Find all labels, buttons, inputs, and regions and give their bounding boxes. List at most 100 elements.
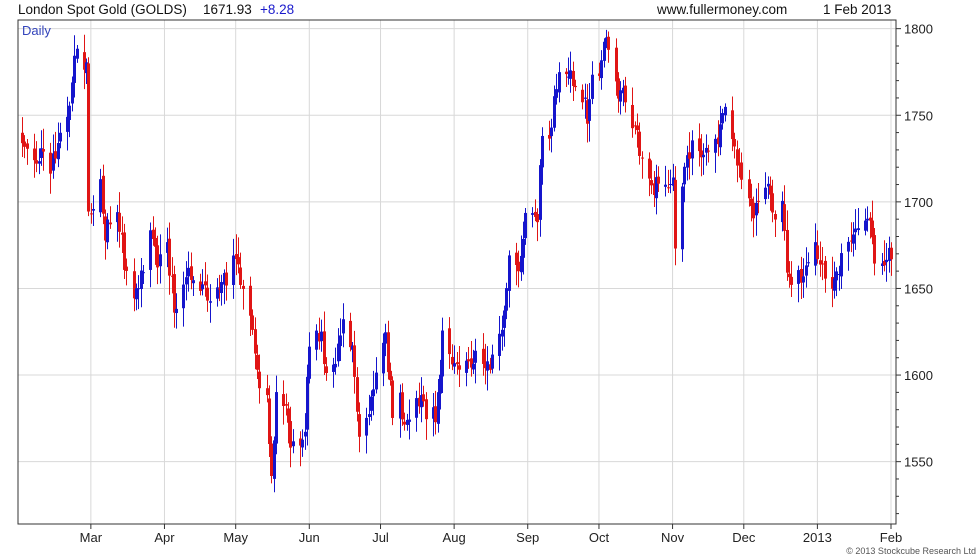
candle-body (49, 152, 52, 174)
x-tick-label: Sep (516, 530, 539, 545)
candle-body (415, 398, 418, 418)
candle-body (33, 148, 36, 161)
candle-body (600, 60, 603, 79)
candle-body (807, 262, 810, 264)
candle-body (225, 272, 228, 286)
candle-body (285, 404, 288, 406)
candle-body (505, 288, 508, 311)
candle-body (287, 408, 290, 423)
candle-body (498, 333, 501, 356)
candle-body (304, 431, 307, 437)
candle-body (721, 113, 724, 124)
candle-body (389, 370, 392, 381)
candle-body (474, 350, 477, 363)
price-chart: 1550 1600 1650 1700 1750 1800 Mar Apr May Jun Jul A… (17, 19, 976, 556)
candle-body (292, 441, 295, 447)
candle-body (873, 235, 876, 264)
candle-body (757, 200, 760, 202)
candle-body (748, 179, 751, 199)
candle-body (688, 152, 691, 159)
candle-body (650, 180, 653, 186)
candle-body (890, 247, 893, 260)
candle-body (491, 354, 494, 369)
candle-body (220, 282, 223, 294)
candle-body (835, 271, 838, 281)
candle-body (152, 229, 155, 240)
candle-body (458, 365, 461, 370)
candle-body (349, 320, 352, 348)
candle-body (239, 267, 242, 285)
x-tick-label: Jun (299, 530, 320, 545)
candle-body (142, 272, 145, 274)
candle-body (847, 241, 850, 252)
candle-body (149, 230, 152, 270)
candle-body (508, 255, 511, 291)
candle-body (731, 110, 734, 140)
candle-body (425, 399, 428, 420)
candle-body (401, 392, 404, 420)
candle-body (38, 161, 41, 164)
candle-body (569, 70, 572, 79)
candle-body (232, 255, 235, 285)
candle-body (657, 176, 660, 184)
candle-body (439, 374, 442, 394)
candle-body (173, 274, 176, 313)
candle-body (190, 266, 193, 280)
candle-body (159, 254, 162, 267)
candle-body (334, 363, 337, 368)
candle-body (372, 389, 375, 397)
candle-body (76, 48, 79, 59)
candle-body (805, 265, 808, 276)
candle-body (266, 388, 269, 396)
candle-body (664, 184, 667, 187)
candle-body (282, 394, 285, 406)
candle-body (135, 288, 138, 300)
candle-body (204, 281, 207, 286)
candle-body (774, 214, 777, 220)
candle-body (591, 74, 594, 99)
candle-body (783, 204, 786, 231)
candle-body (636, 125, 639, 131)
copyright-notice: © 2013 Stockcube Research Ltd (846, 546, 976, 556)
y-tick-label: 1550 (904, 455, 933, 470)
candle-body (705, 147, 708, 153)
candle-body (869, 217, 872, 221)
candle-body (619, 90, 622, 102)
candle-body (73, 55, 76, 83)
period-label: Daily (22, 23, 51, 38)
candle-body (254, 329, 257, 354)
candle-body (71, 82, 74, 104)
candle-body (852, 234, 855, 244)
x-tick-label: Oct (589, 530, 610, 545)
candle-body (182, 284, 185, 309)
candle-body (824, 260, 827, 279)
candle-body (667, 187, 670, 189)
candle-body (698, 138, 701, 152)
candle-body (289, 421, 292, 448)
candle-body (467, 359, 470, 362)
candle-body (638, 131, 641, 156)
candle-body (301, 439, 304, 448)
candle-body (574, 85, 577, 88)
candle-body (588, 99, 591, 121)
candle-body (90, 213, 93, 215)
y-tick-label: 1700 (904, 195, 933, 210)
candle-body (615, 47, 618, 82)
candle-body (175, 308, 178, 314)
candle-body (320, 331, 323, 342)
candle-body (123, 232, 126, 270)
candle-body (358, 414, 361, 437)
candle-body (249, 285, 252, 316)
candle-body (382, 342, 385, 374)
candle-body (572, 70, 575, 86)
candle-body (156, 245, 159, 268)
candle-body (437, 392, 440, 424)
candle-body (168, 238, 171, 276)
candle-body (342, 319, 345, 334)
candle-body (456, 362, 459, 365)
candle-body (387, 332, 390, 373)
candle-body (384, 332, 387, 344)
candle-body (802, 276, 805, 283)
candle-body (581, 89, 584, 103)
candle-body (501, 329, 504, 337)
